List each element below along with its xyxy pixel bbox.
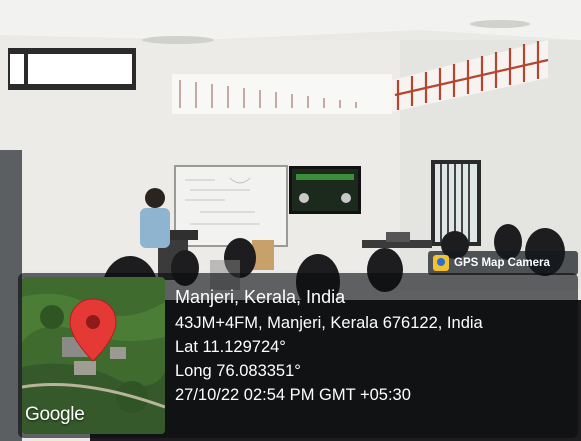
latitude: Lat 11.129724° xyxy=(175,338,286,356)
geotag-panel: Google Manjeri, Kerala, India 43JM+4FM, … xyxy=(18,273,578,438)
address-line: 43JM+4FM, Manjeri, Kerala 676122, India xyxy=(175,314,483,332)
google-logo: Google xyxy=(25,404,85,425)
gps-map-camera-badge: GPS Map Camera xyxy=(428,251,578,275)
gps-map-camera-icon xyxy=(433,255,449,271)
longitude: Long 76.083351° xyxy=(175,362,301,380)
location-name: Manjeri, Kerala, India xyxy=(175,287,346,307)
datetime: 27/10/22 02:54 PM GMT +05:30 xyxy=(175,386,411,404)
geotag-info: Manjeri, Kerala, India 43JM+4FM, Manjeri… xyxy=(175,283,483,407)
geotagged-photo: GPS Map Camera Google Manjeri, Kerala, I… xyxy=(0,0,581,441)
satellite-map: Google xyxy=(22,277,165,434)
badge-label: GPS Map Camera xyxy=(454,257,550,269)
